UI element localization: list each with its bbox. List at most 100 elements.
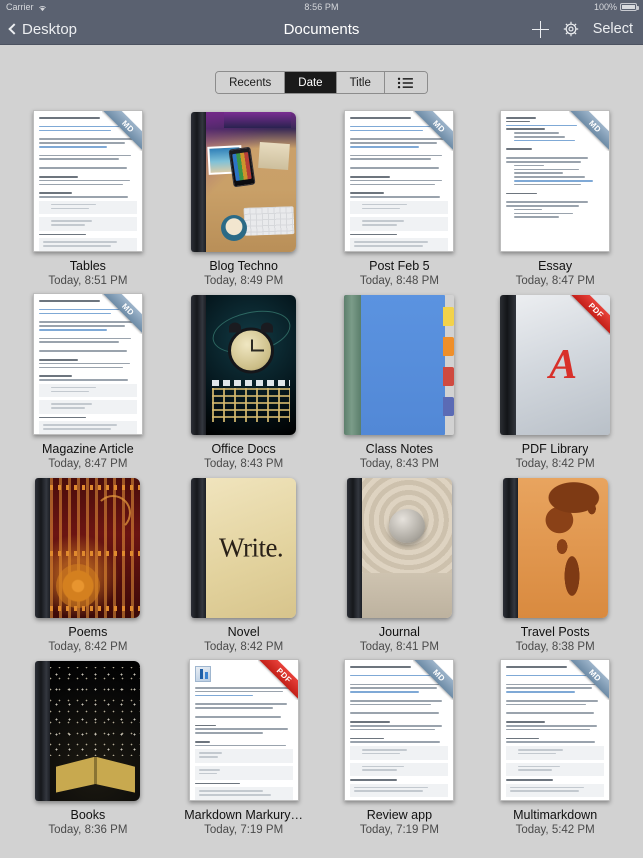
document-date: Today, 8:49 PM [204,275,284,287]
back-button[interactable]: Desktop [8,20,78,38]
acrobat-book-thumbnail: A PDF [500,295,611,435]
document-name: Journal [378,625,420,639]
navigation-actions: Select [531,20,633,38]
markdown-page-thumbnail: MD [344,659,455,801]
thumbnail-container [344,293,455,435]
document-date: Today, 8:43 PM [359,458,439,470]
document-date: Today, 8:38 PM [515,641,595,653]
document-date: Today, 8:48 PM [359,275,439,287]
markdown-page-thumbnail: MD [344,110,455,252]
markdown-page-thumbnail: MD [32,110,143,252]
blue-tabbed-binder-thumbnail [344,295,455,435]
write-parchment-book-thumbnail: Write. [191,478,297,618]
thumbnail-container: MD [500,659,611,801]
document-name: Tables [69,259,106,273]
thumbnail-container: MD [500,110,611,252]
document-item-books[interactable]: Books Today, 8:36 PM [10,659,166,842]
thumbnail-container: Write. [191,476,297,618]
thumbnail-container: MD [344,659,455,801]
document-name: Travel Posts [520,625,590,639]
open-book-letters-thumbnail [35,661,141,801]
segment-recents[interactable]: Recents [216,72,286,93]
document-item-travel-posts[interactable]: Travel Posts Today, 8:38 PM [477,476,633,659]
pdf-badge: PDF [257,660,298,700]
document-name: Books [70,808,106,822]
document-item-poems[interactable]: Poems Today, 8:42 PM [10,476,166,659]
acrobat-icon: A [549,342,578,388]
markdown-page-thumbnail: MD [32,293,143,435]
document-name: Review app [366,808,433,822]
thumbnail-container: MD [344,110,455,252]
document-item-markdown-markury[interactable]: PDF Markdown Markury… Today, 7:19 PM [166,659,322,842]
document-name: Essay [538,259,573,273]
zen-sand-stone-book-thumbnail [346,478,452,618]
status-bar: Carrier 8:56 PM 100% [0,0,643,14]
document-item-journal[interactable]: Journal Today, 8:41 PM [322,476,478,659]
document-date: Today, 8:42 PM [48,641,128,653]
documents-grid: MD Tables Today, 8:51 PM Blog Techno Tod… [0,94,643,842]
list-view-icon[interactable] [384,72,427,93]
markdown-page-thumbnail: MD [500,659,611,801]
document-date: Today, 8:36 PM [48,824,128,836]
document-item-essay[interactable]: MD Essay Today, 8:47 PM [477,110,633,293]
document-date: Today, 8:51 PM [48,275,128,287]
md-badge: MD [569,660,610,700]
document-item-review-app[interactable]: MD Review app Today, 7:19 PM [322,659,478,842]
sort-controls: Recents Date Title [0,45,643,94]
document-date: Today, 7:19 PM [204,824,284,836]
world-map-book-thumbnail [502,478,608,618]
battery-full-icon [620,3,639,11]
document-name: Post Feb 5 [369,259,430,273]
document-date: Today, 8:42 PM [204,641,284,653]
document-item-blog-techno[interactable]: Blog Techno Today, 8:49 PM [166,110,322,293]
document-date: Today, 7:19 PM [359,824,439,836]
md-badge: MD [569,111,610,151]
select-button[interactable]: Select [593,21,633,37]
md-badge: MD [101,294,142,334]
thumbnail-container: A PDF [500,293,611,435]
document-date: Today, 8:42 PM [515,458,595,470]
document-item-office-docs[interactable]: Office Docs Today, 8:43 PM [166,293,322,476]
document-name: Class Notes [365,442,434,456]
thumbnail-container: PDF [188,659,299,801]
document-date: Today, 8:47 PM [515,275,595,287]
chevron-left-icon [8,23,20,35]
pdf-badge: PDF [570,295,611,335]
document-item-multimarkdown[interactable]: MD Multimarkdown Today, 5:42 PM [477,659,633,842]
segment-date[interactable]: Date [285,72,337,93]
document-item-class-notes[interactable]: Class Notes Today, 8:43 PM [322,293,478,476]
thumbnail-container [346,476,452,618]
document-date: Today, 8:43 PM [204,458,284,470]
segment-title[interactable]: Title [336,72,385,93]
segmented-control: Recents Date Title [215,71,428,94]
document-date: Today, 5:42 PM [515,824,595,836]
clock-calendar-book-thumbnail [191,295,297,435]
document-name: Magazine Article [42,442,134,456]
gear-icon[interactable] [562,20,580,38]
markdown-page-sparse-thumbnail: MD [500,110,611,252]
back-button-label: Desktop [22,20,78,38]
ornate-maroon-book-thumbnail [35,478,141,618]
document-date: Today, 8:47 PM [48,458,128,470]
document-item-magazine-article[interactable]: MD Magazine Article Today, 8:47 PM [10,293,166,476]
thumbnail-container [502,476,608,618]
battery-percent-label: 100% [593,2,617,12]
plus-icon[interactable] [531,20,549,38]
thumbnail-container [35,659,141,801]
document-name: Markdown Markury… [184,808,304,822]
pdf-page-thumbnail: PDF [188,659,299,801]
document-item-post-feb-5[interactable]: MD Post Feb 5 Today, 8:48 PM [322,110,478,293]
techno-desk-book-thumbnail [191,112,297,252]
document-name: Poems [68,625,108,639]
document-name: Blog Techno [209,259,278,273]
thumbnail-container [191,293,297,435]
thumbnail-container [191,110,297,252]
document-item-pdf-library[interactable]: A PDF PDF Library Today, 8:42 PM [477,293,633,476]
navigation-bar: Desktop Documents Select [0,14,643,45]
document-item-tables[interactable]: MD Tables Today, 8:51 PM [10,110,166,293]
thumbnail-container [35,476,141,618]
status-bar-right: 100% [593,2,639,12]
document-name: Multimarkdown [513,808,598,822]
document-name: Office Docs [211,442,276,456]
document-item-novel[interactable]: Write. Novel Today, 8:42 PM [166,476,322,659]
